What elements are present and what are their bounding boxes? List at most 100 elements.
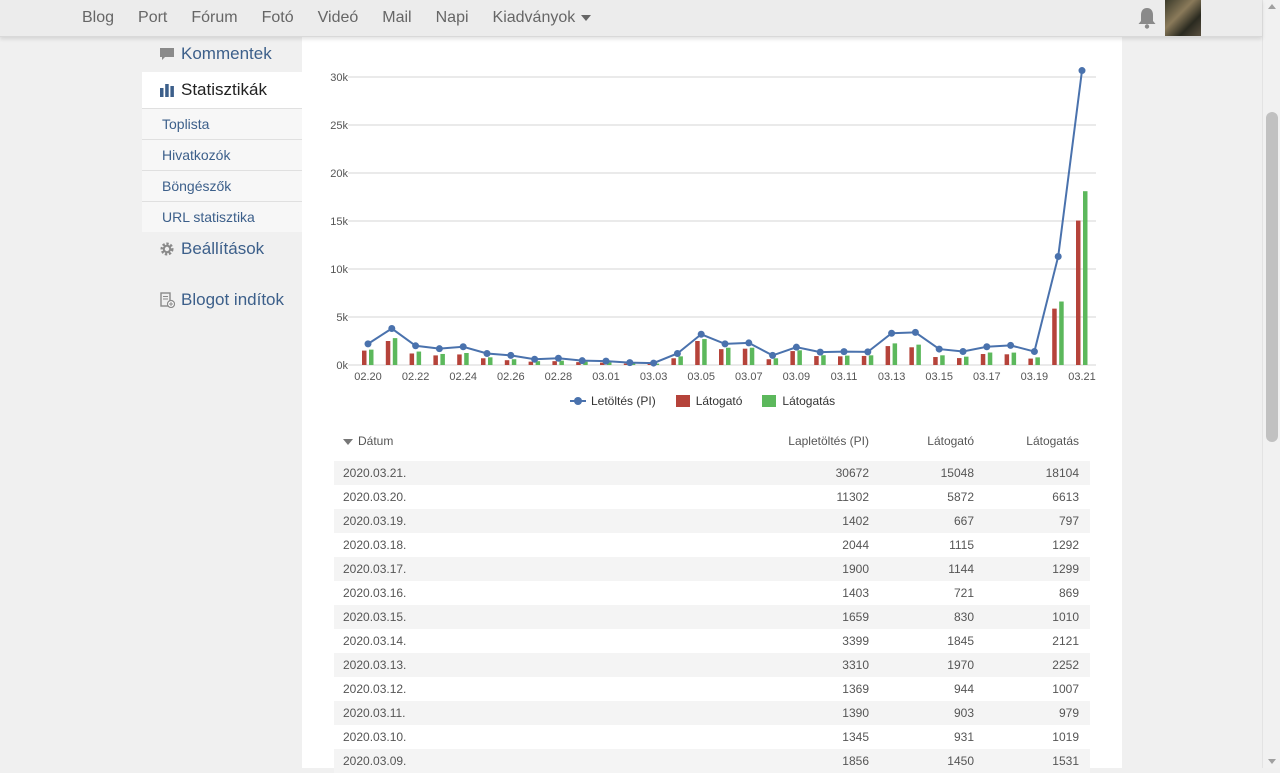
bar-visits: [1011, 352, 1017, 365]
y-tick-label: 15k: [330, 216, 348, 228]
x-tick-label: 02.20: [354, 371, 382, 383]
scroll-down-arrow-icon[interactable]: [1268, 759, 1276, 764]
legend-label: Letöltés (PI): [591, 394, 656, 408]
line-point: [769, 351, 777, 359]
x-tick-label: 03.11: [831, 371, 858, 383]
visits-cell: 797: [1058, 514, 1079, 528]
line-point: [840, 348, 848, 356]
nav-mail[interactable]: Mail: [382, 9, 411, 27]
date-cell: 2020.03.18.: [343, 538, 407, 552]
page-scrollbar[interactable]: [1262, 0, 1280, 768]
sidebar-item-kommentek[interactable]: Kommentek: [142, 36, 302, 72]
bar-visitors: [433, 355, 438, 365]
line-point: [459, 343, 467, 351]
bar-visits: [916, 344, 921, 365]
nav-kiadvanyok-dropdown[interactable]: Kiadványok: [493, 9, 592, 27]
sidebar-item-label: Blogot indítok: [181, 290, 285, 309]
nav-video[interactable]: Videó: [318, 9, 359, 27]
sidebar-subitem-toplista[interactable]: Toplista: [142, 108, 302, 139]
bar-visits: [773, 358, 779, 365]
x-tick-label: 03.21: [1068, 371, 1096, 383]
bar-visitors: [719, 349, 724, 365]
chart-legend: Letöltés (PI) Látogató Látogatás: [570, 394, 855, 408]
visits-swatch: [762, 395, 777, 407]
nav-blog[interactable]: Blog: [82, 9, 114, 27]
bar-visits: [1035, 357, 1040, 365]
legend-item-visits[interactable]: Látogatás: [762, 394, 835, 408]
sidebar-subitem-hivatkozok[interactable]: Hivatkozók: [142, 139, 302, 170]
table-header: Dátum Lapletöltés (PI) Látogató Látogatá…: [334, 431, 1090, 461]
line-point: [935, 345, 943, 353]
bar-visitors: [504, 360, 510, 365]
main-content: 0k 5k 10k 15k 20k 25k 30k 02.20 02.22 02.24 02.26 0…: [302, 36, 1122, 773]
nav-napi[interactable]: Napi: [436, 9, 469, 27]
pageviews-cell: 1369: [842, 682, 869, 696]
y-tick-label: 0k: [336, 360, 348, 372]
line-point: [578, 357, 586, 365]
line-point: [673, 349, 681, 357]
pageviews-cell: 1402: [842, 514, 869, 528]
main-nav: Blog Port Fórum Fotó Videó Mail Napi Kia…: [82, 0, 615, 36]
visits-cell: 1299: [1052, 562, 1079, 576]
sidebar-subitem-bongeszok[interactable]: Böngészők: [142, 170, 302, 201]
nav-forum[interactable]: Fórum: [191, 9, 237, 27]
line-point: [745, 339, 753, 347]
statistics-chart: 0k 5k 10k 15k 20k 25k 30k 02.20 02.22 02.24 02.26 0…: [330, 67, 1096, 383]
line-point: [531, 355, 539, 363]
nav-foto[interactable]: Fotó: [262, 9, 294, 27]
table-row: 2020.03.20. 11302 5872 6613: [334, 485, 1090, 509]
sidebar-item-label: Statisztikák: [181, 80, 267, 99]
sidebar-item-statisztikak[interactable]: Statisztikák: [142, 72, 302, 108]
pageviews-cell: 3399: [842, 634, 869, 648]
statistics-table: Dátum Lapletöltés (PI) Látogató Látogatá…: [334, 431, 1090, 773]
date-cell: 2020.03.17.: [343, 562, 407, 576]
table-row: 2020.03.18. 2044 1115 1292: [334, 533, 1090, 557]
column-header-pageviews[interactable]: Lapletöltés (PI): [788, 434, 869, 448]
bar-visitors: [552, 361, 557, 365]
pageviews-cell: 1856: [842, 754, 869, 768]
bar-visits: [845, 355, 850, 365]
visits-cell: 1007: [1052, 682, 1079, 696]
sidebar-item-blogot-inditok[interactable]: Blogot indítok: [142, 282, 302, 318]
column-header-date[interactable]: Dátum: [343, 434, 393, 448]
x-tick-label: 03.09: [783, 371, 811, 383]
visitors-swatch: [675, 395, 690, 407]
pageviews-cell: 2044: [842, 538, 869, 552]
table-row: 2020.03.17. 1900 1144 1299: [334, 557, 1090, 581]
bar-visits: [392, 338, 398, 365]
bar-visitors: [980, 354, 986, 365]
legend-label: Látogató: [695, 394, 743, 408]
table-row: 2020.03.21. 30672 15048 18104: [334, 461, 1090, 485]
sidebar-subitem-url-statisztika[interactable]: URL statisztika: [142, 201, 302, 232]
line-point: [959, 348, 967, 356]
line-series-swatch: [570, 397, 586, 405]
line-point: [697, 330, 705, 338]
visitors-cell: 1970: [947, 658, 974, 672]
nav-port[interactable]: Port: [138, 9, 167, 27]
date-cell: 2020.03.20.: [343, 490, 407, 504]
bell-icon[interactable]: [1137, 7, 1157, 29]
visits-cell: 1010: [1052, 610, 1079, 624]
visits-cell: 6613: [1052, 490, 1079, 504]
legend-item-visitors[interactable]: Látogató: [675, 394, 743, 408]
visits-cell: 2121: [1052, 634, 1079, 648]
x-tick-label: 02.24: [449, 371, 477, 383]
scrollbar-thumb[interactable]: [1266, 112, 1278, 442]
line-series-downloads: [367, 70, 1083, 365]
scroll-up-arrow-icon[interactable]: [1268, 4, 1276, 9]
column-header-visits[interactable]: Látogatás: [1026, 434, 1079, 448]
visitors-cell: 944: [953, 682, 974, 696]
legend-item-downloads[interactable]: Letöltés (PI): [570, 394, 656, 408]
comment-icon: [160, 48, 174, 60]
bar-chart-icon: [160, 84, 174, 97]
sort-desc-icon: [343, 438, 353, 445]
top-navbar: Blog Port Fórum Fotó Videó Mail Napi Kia…: [0, 0, 1262, 37]
line-point: [364, 340, 372, 348]
user-avatar[interactable]: [1165, 0, 1201, 36]
sidebar-item-beallitasok[interactable]: Beállítások: [142, 232, 302, 266]
bar-visits: [940, 355, 945, 365]
bar-visits: [964, 356, 969, 365]
column-header-visitors[interactable]: Látogató: [927, 434, 974, 448]
table-row: 2020.03.12. 1369 944 1007: [334, 677, 1090, 701]
